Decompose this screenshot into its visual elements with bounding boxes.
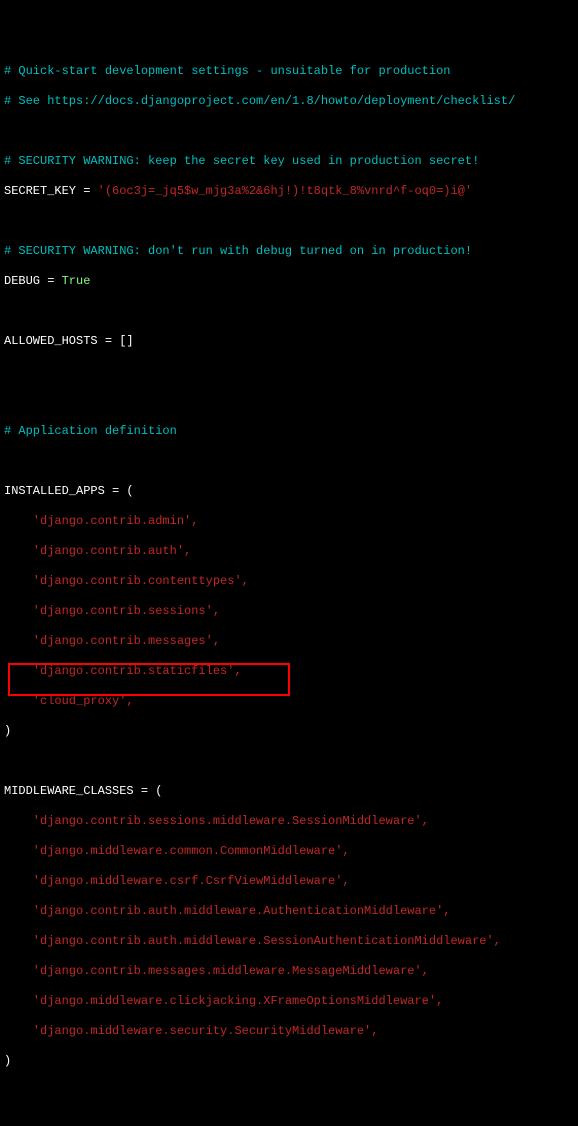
middleware-item: 'django.middleware.security.SecurityMidd…	[4, 1024, 574, 1039]
blank-line	[4, 1114, 574, 1126]
blank-line	[4, 454, 574, 469]
blank-line	[4, 214, 574, 229]
middleware-item: 'django.middleware.clickjacking.XFrameOp…	[4, 994, 574, 1009]
installed-app-item: 'django.contrib.admin',	[4, 514, 574, 529]
secret-key-value: '(6oc3j=_jq5$w_mjg3a%2&6hj!)!t8qtk_8%vnr…	[98, 184, 472, 198]
secret-key-line: SECRET_KEY = '(6oc3j=_jq5$w_mjg3a%2&6hj!…	[4, 184, 574, 199]
middleware-item: 'django.middleware.csrf.CsrfViewMiddlewa…	[4, 874, 574, 889]
comment-line: # SECURITY WARNING: keep the secret key …	[4, 154, 574, 169]
blank-line	[4, 124, 574, 139]
installed-apps-close: )	[4, 724, 574, 739]
debug-value: True	[62, 274, 91, 288]
comment-line: # SECURITY WARNING: don't run with debug…	[4, 244, 574, 259]
middleware-item: 'django.contrib.sessions.middleware.Sess…	[4, 814, 574, 829]
comment-line: # See https://docs.djangoproject.com/en/…	[4, 94, 574, 109]
installed-apps-open: INSTALLED_APPS = (	[4, 484, 574, 499]
middleware-open: MIDDLEWARE_CLASSES = (	[4, 784, 574, 799]
comment-line: # Quick-start development settings - uns…	[4, 64, 574, 79]
middleware-item: 'django.contrib.auth.middleware.Authenti…	[4, 904, 574, 919]
allowed-hosts-line: ALLOWED_HOSTS = []	[4, 334, 574, 349]
installed-app-item: 'django.contrib.auth',	[4, 544, 574, 559]
installed-app-item: 'django.contrib.sessions',	[4, 604, 574, 619]
debug-line: DEBUG = True	[4, 274, 574, 289]
installed-app-cloud-proxy: 'cloud_proxy',	[4, 694, 574, 709]
middleware-close: )	[4, 1054, 574, 1069]
blank-line	[4, 754, 574, 769]
blank-line	[4, 1084, 574, 1099]
comment-line: # Application definition	[4, 424, 574, 439]
blank-line	[4, 394, 574, 409]
debug-label: DEBUG =	[4, 274, 62, 288]
installed-app-item: 'django.contrib.messages',	[4, 634, 574, 649]
blank-line	[4, 364, 574, 379]
blank-line	[4, 304, 574, 319]
middleware-item: 'django.contrib.auth.middleware.SessionA…	[4, 934, 574, 949]
middleware-item: 'django.contrib.messages.middleware.Mess…	[4, 964, 574, 979]
installed-app-staticfiles: 'django.contrib.staticfiles',	[4, 664, 242, 678]
middleware-item: 'django.middleware.common.CommonMiddlewa…	[4, 844, 574, 859]
installed-app-item: 'django.contrib.contenttypes',	[4, 574, 574, 589]
secret-key-label: SECRET_KEY =	[4, 184, 98, 198]
installed-app-item: 'django.contrib.staticfiles',	[4, 664, 574, 679]
